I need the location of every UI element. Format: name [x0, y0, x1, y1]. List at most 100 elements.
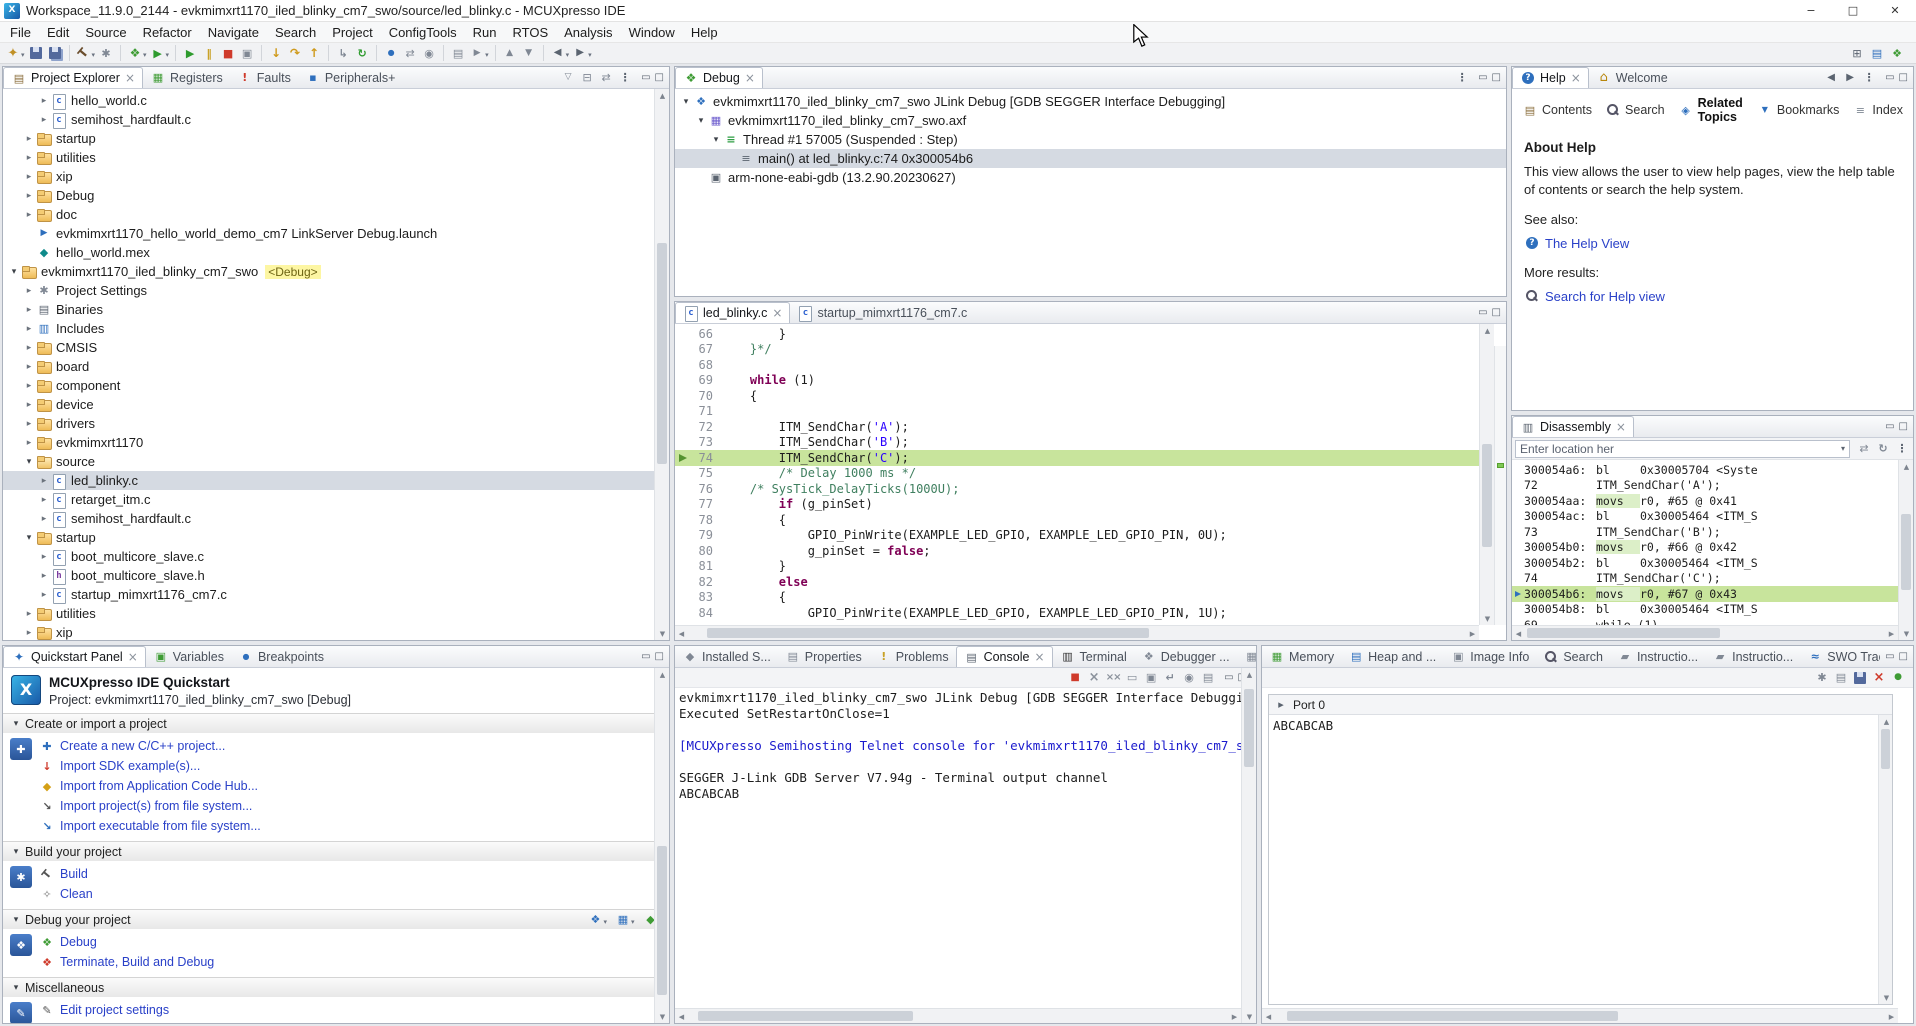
expand-arrow-icon[interactable]	[694, 116, 708, 126]
resume-button[interactable]	[181, 43, 199, 63]
menu-run[interactable]: Run	[465, 22, 505, 42]
expand-arrow-icon[interactable]	[37, 495, 51, 505]
tab-close-icon[interactable]	[745, 71, 755, 85]
tab-offline-peri[interactable]: Offline Peri...	[1237, 646, 1256, 667]
scroll-right-icon[interactable]	[1466, 626, 1479, 641]
vertical-scrollbar[interactable]	[1878, 715, 1892, 1004]
build-button[interactable]	[75, 43, 97, 63]
expand-arrow-icon[interactable]	[37, 115, 51, 125]
maximize-button[interactable]	[1832, 0, 1874, 21]
quickstart-link-clean[interactable]: Clean	[39, 884, 669, 904]
tree-item-binaries[interactable]: Binaries	[3, 300, 669, 319]
tree-item-evkmimxrt1170-iled-blinky-cm7-swo[interactable]: evkmimxrt1170_iled_blinky_cm7_swo <Debug>	[3, 262, 669, 281]
x-gray-button[interactable]	[1085, 668, 1103, 688]
tab-swo-trac[interactable]: SWO Trac...	[1800, 646, 1880, 667]
scroll-down-icon[interactable]	[1899, 627, 1914, 640]
tab-breakpoints[interactable]: Breakpoints	[231, 646, 331, 667]
expand-arrow-icon[interactable]	[22, 191, 36, 201]
horizontal-scrollbar[interactable]	[1262, 1008, 1898, 1023]
tab-console[interactable]: Console	[955, 646, 1053, 667]
vertical-scrollbar[interactable]	[654, 668, 669, 1023]
expand-arrow-icon[interactable]	[37, 590, 51, 600]
tab-quickstart-panel[interactable]: Quickstart Panel	[3, 646, 146, 667]
tree-item-startup[interactable]: startup	[3, 528, 669, 547]
tree-item-xip[interactable]: xip	[3, 623, 669, 640]
tab-debugger[interactable]: Debugger ...	[1134, 646, 1237, 667]
scroll-up-icon[interactable]	[1242, 668, 1257, 681]
tab-debug[interactable]: Debug	[675, 67, 763, 88]
quickstart-link-debug[interactable]: Debug	[39, 932, 669, 952]
dropdown-arrow-icon[interactable]	[92, 44, 96, 62]
vertical-scrollbar[interactable]	[1479, 324, 1494, 625]
tree-item-boot-multicore-slave-c[interactable]: boot_multicore_slave.c	[3, 547, 669, 566]
scroll-up-icon[interactable]	[655, 89, 670, 102]
step-over-button[interactable]	[286, 43, 304, 63]
scroll-thumb[interactable]	[1244, 689, 1254, 768]
tab-variables[interactable]: Variables	[146, 646, 231, 667]
dropdown-arrow-icon[interactable]	[166, 44, 170, 62]
tab-welcome[interactable]: Welcome	[1589, 67, 1675, 88]
vertical-scrollbar[interactable]	[654, 89, 669, 640]
scroll-thumb[interactable]	[1881, 729, 1890, 769]
menu-search[interactable]: Search	[267, 22, 324, 42]
clear-console-button[interactable]	[1123, 668, 1141, 688]
dropdown-arrow-icon[interactable]	[588, 44, 592, 62]
minimize-view-icon[interactable]	[1478, 307, 1487, 318]
new-breakpoint-button[interactable]	[382, 43, 400, 63]
tab-faults[interactable]: Faults	[230, 67, 298, 88]
scroll-up-icon[interactable]	[1899, 460, 1914, 473]
collapse-twisty-icon[interactable]	[9, 915, 23, 925]
expand-arrow-icon[interactable]	[22, 609, 36, 619]
location-combo[interactable]: Enter location her	[1515, 439, 1850, 458]
view-menu-button[interactable]	[1860, 68, 1878, 88]
expand-arrow-icon[interactable]	[22, 172, 36, 182]
view-menu-button[interactable]	[1453, 68, 1471, 88]
expand-arrow-icon[interactable]	[709, 135, 723, 145]
collapse-twisty-icon[interactable]	[9, 719, 23, 729]
minimize-view-icon[interactable]	[1224, 672, 1233, 683]
minimize-view-icon[interactable]	[1885, 72, 1894, 83]
tree-item-utilities[interactable]: utilities	[3, 148, 669, 167]
expand-arrow-icon[interactable]	[22, 324, 36, 334]
link-editor-button[interactable]	[597, 68, 615, 88]
expand-arrow-icon[interactable]	[37, 552, 51, 562]
scroll-left-icon[interactable]	[675, 626, 688, 641]
scroll-down-icon[interactable]	[655, 1010, 670, 1023]
expand-arrow-icon[interactable]	[22, 400, 36, 410]
filter-button[interactable]	[559, 68, 577, 88]
scroll-thumb[interactable]	[657, 845, 667, 995]
expand-arrow-icon[interactable]	[37, 571, 51, 581]
expand-arrow-icon[interactable]	[37, 476, 51, 486]
tab-project-explorer[interactable]: Project Explorer	[3, 67, 143, 88]
step-into-button[interactable]	[267, 43, 285, 63]
external-tools-button[interactable]	[468, 43, 490, 63]
tab-heap-and[interactable]: Heap and ...	[1341, 646, 1443, 667]
search-help-link[interactable]: Search for Help view	[1524, 288, 1901, 304]
stop-red-button[interactable]	[1066, 668, 1084, 688]
expand-arrow-icon[interactable]	[679, 97, 693, 107]
tree-item-arm-none-eabi-gdb-13-2-90-20230627[interactable]: arm-none-eabi-gdb (13.2.90.20230627)	[675, 168, 1506, 187]
tree-item-drivers[interactable]: drivers	[3, 414, 669, 433]
scroll-thumb[interactable]	[697, 1011, 913, 1021]
quickstart-link-import-project-s-from-file-system[interactable]: Import project(s) from file system...	[39, 796, 669, 816]
tree-item-hello-world-c[interactable]: hello_world.c	[3, 91, 669, 110]
minimize-view-icon[interactable]	[1478, 72, 1487, 83]
tree-item-debug[interactable]: Debug	[3, 186, 669, 205]
collapse-twisty-icon[interactable]	[9, 983, 23, 993]
expand-arrow-icon[interactable]	[22, 533, 36, 543]
tab-close-icon[interactable]	[125, 71, 135, 85]
expand-arrow-icon[interactable]	[7, 267, 21, 277]
open-console-button[interactable]	[1199, 668, 1217, 688]
back-button[interactable]	[549, 43, 571, 63]
dropdown-arrow-icon[interactable]	[566, 44, 570, 62]
tree-item-component[interactable]: component	[3, 376, 669, 395]
tree-item-source[interactable]: source	[3, 452, 669, 471]
quickstart-link-import-executable-from-file-system[interactable]: Import executable from file system...	[39, 816, 669, 836]
scroll-thumb[interactable]	[657, 243, 667, 464]
debug-blue-button[interactable]	[586, 910, 608, 930]
tab-properties[interactable]: Properties	[778, 646, 869, 667]
minimize-view-icon[interactable]	[641, 651, 650, 662]
save-button[interactable]	[27, 43, 45, 63]
maximize-view-icon[interactable]	[655, 651, 664, 662]
clear-red-button[interactable]	[1870, 668, 1888, 688]
